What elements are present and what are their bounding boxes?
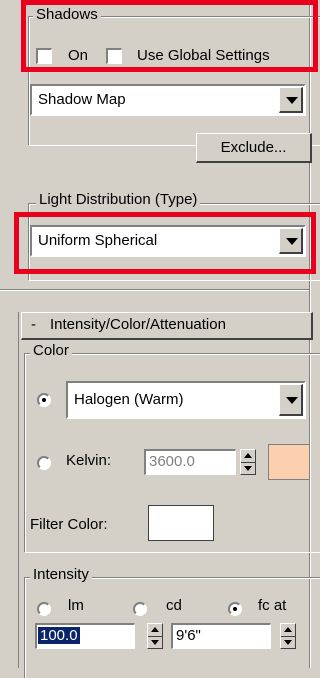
rollout-frame-left: [18, 312, 19, 668]
distance-field[interactable]: 9'6": [171, 623, 271, 649]
shadow-type-dropdown[interactable]: Shadow Map: [30, 84, 306, 116]
highlight-box-distribution: [14, 212, 316, 274]
unit-cd-label: cd: [166, 597, 182, 614]
rollout-separator: [0, 289, 309, 291]
unit-lm-label: lm: [68, 597, 84, 614]
color-preset-value: Halogen (Warm): [74, 391, 184, 408]
intensity-rollout-header[interactable]: - Intensity/Color/Attenuation: [21, 312, 313, 340]
intensity-value: 100.0: [38, 627, 80, 644]
intensity-group-title: Intensity: [30, 566, 92, 583]
exclude-button-label: Exclude...: [220, 139, 287, 156]
kelvin-spinner[interactable]: [240, 449, 256, 475]
rollout-title: Intensity/Color/Attenuation: [50, 316, 226, 333]
distance-spinner[interactable]: [280, 623, 296, 649]
rollout-collapse-icon: -: [31, 316, 36, 333]
unit-fc-radio[interactable]: [228, 602, 242, 616]
exclude-button[interactable]: Exclude...: [196, 133, 312, 163]
intensity-value-field[interactable]: 100.0: [35, 623, 135, 649]
chevron-down-icon[interactable]: [279, 384, 303, 416]
unit-lm-radio[interactable]: [37, 602, 51, 616]
filter-color-swatch[interactable]: [148, 505, 214, 541]
shadow-type-value: Shadow Map: [38, 91, 126, 108]
kelvin-value: 3600.0: [149, 453, 195, 470]
intensity-spinner[interactable]: [147, 623, 163, 649]
color-preset-radio[interactable]: [37, 393, 51, 407]
kelvin-radio[interactable]: [37, 456, 51, 470]
kelvin-color-swatch[interactable]: [268, 444, 310, 480]
distance-value: 9'6": [176, 627, 201, 644]
kelvin-field[interactable]: 3600.0: [144, 449, 236, 475]
kelvin-label: Kelvin:: [66, 452, 112, 469]
chevron-down-icon[interactable]: [279, 87, 303, 113]
color-preset-dropdown[interactable]: Halogen (Warm): [66, 381, 306, 419]
light-distribution-title: Light Distribution (Type): [36, 191, 201, 208]
highlight-box-shadows: [21, 0, 318, 72]
color-group-title: Color: [30, 342, 72, 359]
filter-color-label: Filter Color:: [30, 516, 108, 533]
unit-fc-label: fc at: [258, 597, 287, 614]
unit-cd-radio[interactable]: [133, 602, 147, 616]
